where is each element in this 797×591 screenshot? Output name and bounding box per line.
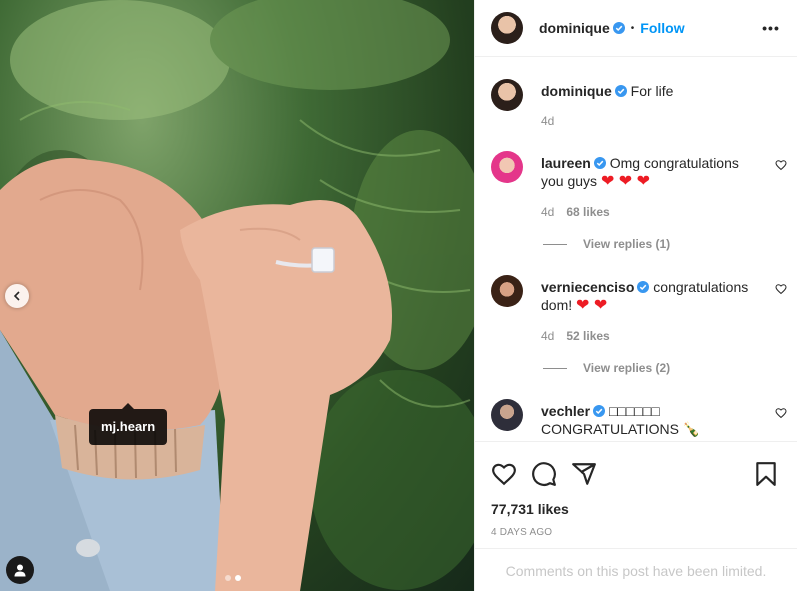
author-username-text[interactable]: dominique [539, 20, 610, 36]
commenter-username[interactable]: verniecenciso [541, 279, 634, 295]
replies-line [543, 367, 567, 369]
verified-badge-icon [614, 85, 627, 97]
comment-item: vechler □□□□□□ CONGRATULATIONS 🍾 [491, 399, 787, 438]
commenter-avatar[interactable] [491, 275, 523, 307]
comment-time[interactable]: 4d [541, 205, 554, 219]
comment-likes[interactable]: 52 likes [566, 329, 609, 343]
comment-icon[interactable] [531, 461, 557, 487]
photo-scene [0, 0, 474, 591]
post-header: dominique • Follow ••• [475, 0, 797, 57]
chevron-left-icon [13, 291, 20, 301]
action-icons-row [475, 442, 797, 492]
share-icon[interactable] [571, 461, 597, 487]
user-icon [14, 564, 26, 577]
commenter-username[interactable]: laureen [541, 155, 591, 171]
comment-item: laureen Omg congratulations you guys ❤ ❤… [491, 151, 787, 219]
verified-badge-icon [593, 405, 606, 417]
author-avatar[interactable] [491, 12, 523, 44]
more-options-icon[interactable]: ••• [761, 20, 781, 36]
like-count[interactable]: 77,731 likes [475, 492, 797, 517]
post-photo[interactable]: mj.hearn [0, 0, 474, 591]
comments-list[interactable]: dominique For life 4d laureen Omg congra… [475, 57, 797, 441]
view-replies-button[interactable]: View replies (2) [543, 361, 670, 375]
view-replies-label[interactable]: View replies (2) [583, 361, 670, 375]
comment-likes[interactable]: 68 likes [566, 205, 609, 219]
commenter-avatar[interactable] [491, 399, 523, 431]
comment-text-line2: CONGRATULATIONS 🍾 [541, 421, 701, 437]
carousel-dot-active [235, 575, 241, 581]
replies-line [543, 243, 567, 245]
save-bookmark-icon[interactable] [753, 461, 779, 487]
like-heart-icon[interactable] [491, 461, 517, 487]
comments-limited-notice: Comments on this post have been limited. [475, 548, 797, 591]
header-separator: • [630, 22, 635, 34]
post-date[interactable]: 4 DAYS AGO [475, 517, 797, 538]
tagged-users-button[interactable] [6, 556, 34, 584]
carousel-prev-button[interactable] [5, 284, 29, 308]
caption-time[interactable]: 4d [541, 114, 554, 128]
follow-button[interactable]: Follow [640, 20, 684, 36]
carousel-dot [225, 575, 231, 581]
author-avatar[interactable] [491, 79, 523, 111]
heart-emoji: ❤ ❤ ❤ [600, 173, 651, 190]
author-username[interactable]: dominique [539, 20, 625, 36]
post-details-panel: dominique • Follow ••• dominique For lif… [474, 0, 797, 591]
view-replies-button[interactable]: View replies (1) [543, 237, 670, 251]
comment-item: verniecenciso congratulations dom! ❤ ❤ 4… [491, 275, 787, 343]
view-replies-label[interactable]: View replies (1) [583, 237, 670, 251]
heart-emoji: ❤ ❤ [576, 297, 608, 314]
caption: dominique For life 4d [491, 79, 787, 128]
verified-badge-icon [593, 157, 606, 169]
caption-username[interactable]: dominique [541, 83, 612, 99]
commenter-avatar[interactable] [491, 151, 523, 183]
post-actions: 77,731 likes 4 DAYS AGO Comments on this… [475, 441, 797, 591]
carousel-indicator [225, 575, 241, 581]
comment-text: □□□□□□ [608, 403, 660, 419]
verified-badge-icon [637, 281, 650, 293]
photo-user-tag[interactable]: mj.hearn [89, 403, 168, 445]
caption-text: For life [630, 83, 674, 99]
like-comment-heart-icon[interactable] [775, 407, 787, 419]
comment-time[interactable]: 4d [541, 329, 554, 343]
verified-badge-icon [612, 22, 625, 34]
like-comment-heart-icon[interactable] [775, 159, 787, 171]
commenter-username[interactable]: vechler [541, 403, 590, 419]
like-comment-heart-icon[interactable] [775, 283, 787, 295]
